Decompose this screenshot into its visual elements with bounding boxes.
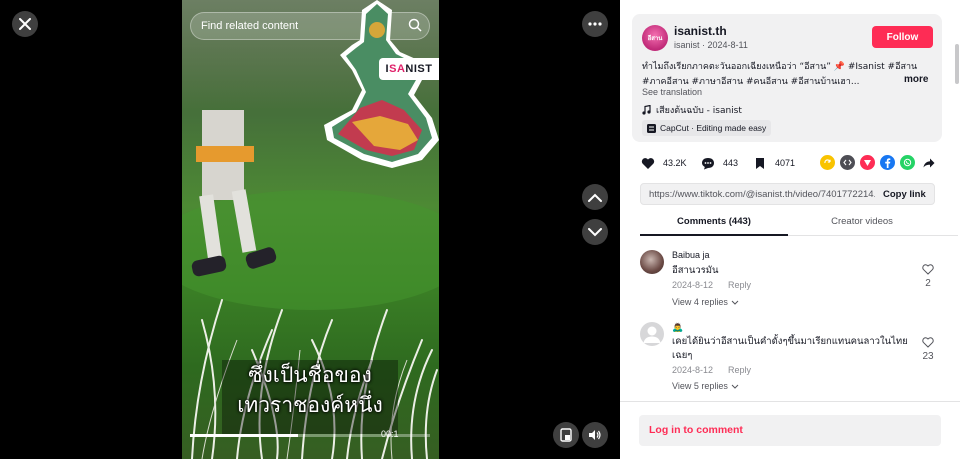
heart-icon	[640, 155, 656, 171]
comment-count: 443	[723, 158, 739, 168]
see-translation-link[interactable]: See translation	[642, 87, 702, 97]
comment-button[interactable]: 443	[700, 152, 738, 174]
music-title: เสียงต้นฉบับ - isanist	[656, 106, 742, 116]
chevron-down-icon	[731, 384, 739, 389]
panel-scrollbar[interactable]	[955, 44, 959, 84]
close-button[interactable]	[12, 11, 38, 37]
whatsapp-icon[interactable]	[900, 155, 915, 170]
save-count: 4071	[775, 158, 796, 168]
comment-icon	[700, 155, 716, 171]
author-subline: isanist · 2024-8-11	[674, 40, 748, 50]
comment-date: 2024-8-12	[672, 280, 714, 290]
commenter-avatar[interactable]	[640, 322, 664, 346]
close-icon	[19, 18, 31, 30]
picture-in-picture-icon	[560, 428, 572, 442]
description-more-link[interactable]: more	[904, 74, 928, 85]
save-button[interactable]: 4071	[752, 152, 795, 174]
comment-like-count: 2	[925, 278, 931, 289]
comment-like-button[interactable]: 23	[921, 337, 935, 362]
picture-in-picture-button[interactable]	[553, 422, 579, 448]
chevron-down-icon	[731, 300, 739, 305]
share-link-box: https://www.tiktok.com/@isanist.th/video…	[640, 183, 935, 205]
music-note-icon	[642, 105, 651, 115]
comment-text: อีสานวรมัน	[672, 265, 719, 276]
capcut-anchor[interactable]: CapCut · Editing made easy	[642, 120, 772, 136]
video-progress-fill	[190, 434, 298, 437]
details-panel: อีสาน isanist.th isanist · 2024-8-11 Fol…	[620, 0, 960, 459]
view-replies-button[interactable]: View 4 replies	[672, 297, 739, 307]
commenter-avatar[interactable]	[640, 250, 664, 274]
comment-date: 2024-8-12	[672, 365, 714, 375]
content-tabs: Comments (443) Creator videos	[640, 212, 958, 236]
video-description: ทำไมถึงเรียกภาคตะวันออกเฉียงเหนือว่า “อี…	[642, 62, 918, 87]
bookmark-icon	[752, 155, 768, 171]
volume-button[interactable]	[582, 422, 608, 448]
video-figure-belt	[196, 146, 254, 162]
view-replies-label: View 4 replies	[672, 297, 728, 307]
comment-like-button[interactable]: 2	[921, 264, 935, 289]
comment-reply-button[interactable]: Reply	[728, 280, 751, 290]
author-handle: isanist	[674, 40, 700, 50]
heart-outline-icon	[922, 264, 934, 275]
author-avatar-text: อีสาน	[647, 36, 663, 42]
more-options-button[interactable]	[582, 11, 608, 37]
related-search-placeholder: Find related content	[201, 20, 299, 32]
more-horizontal-icon	[588, 22, 602, 26]
commenter-name[interactable]: Baibua ja	[672, 250, 710, 260]
next-video-button[interactable]	[582, 219, 608, 245]
heart-outline-icon	[922, 337, 934, 348]
comment-like-count: 23	[922, 351, 934, 362]
login-to-comment-label: Log in to comment	[649, 424, 743, 436]
chevron-up-icon	[588, 193, 602, 202]
video-timecode: 00:1	[381, 429, 399, 439]
follow-button[interactable]: Follow	[872, 26, 933, 48]
author-name[interactable]: isanist.th	[674, 24, 727, 38]
previous-video-button[interactable]	[582, 184, 608, 210]
comment-reply-button[interactable]: Reply	[728, 365, 751, 375]
commenter-name[interactable]: 🙇‍♂️	[672, 322, 683, 333]
action-bar: 43.2K 443 4071	[640, 152, 940, 174]
post-date: 2024-8-11	[707, 40, 748, 50]
capcut-icon	[647, 123, 656, 133]
author-avatar[interactable]: อีสาน	[642, 25, 668, 51]
brand-tag-part: NIST	[405, 63, 433, 75]
view-replies-button[interactable]: View 5 replies	[672, 381, 739, 391]
caption-line: ซึ่งเป็นชื่อของ	[248, 363, 372, 387]
panel-divider	[620, 401, 960, 402]
brand-tag-accent: SA	[389, 63, 406, 75]
tab-creator-videos[interactable]: Creator videos	[788, 216, 936, 227]
deity-sticker-image	[324, 0, 439, 168]
volume-icon	[589, 430, 601, 440]
embed-code-icon[interactable]	[840, 155, 855, 170]
chevron-down-icon	[588, 227, 602, 236]
video-stage: Find related content I SA NIST ซึ่งเป็นชื่…	[0, 0, 620, 459]
login-to-comment-bar[interactable]: Log in to comment	[639, 415, 941, 446]
copy-link-button[interactable]: Copy link	[883, 189, 926, 200]
caption-line: เทวราชองค์หนึ่ง	[237, 393, 383, 417]
share-link-url[interactable]: https://www.tiktok.com/@isanist.th/video…	[649, 189, 875, 200]
view-replies-label: View 5 replies	[672, 381, 728, 391]
capcut-label: CapCut · Editing made easy	[660, 123, 767, 133]
tab-comments[interactable]: Comments (443)	[640, 216, 788, 236]
video-caption: ซึ่งเป็นชื่อของ เทวราชองค์หนึ่ง	[222, 360, 398, 420]
brand-tag: I SA NIST	[379, 58, 439, 80]
share-arrow-icon[interactable]	[921, 155, 936, 170]
author-card: อีสาน isanist.th isanist · 2024-8-11 Fol…	[632, 14, 942, 142]
send-to-friends-icon[interactable]	[860, 155, 875, 170]
facebook-icon[interactable]	[880, 155, 895, 170]
like-button[interactable]: 43.2K	[640, 152, 687, 174]
like-count: 43.2K	[663, 158, 687, 168]
repost-share-icon[interactable]	[820, 155, 835, 170]
music-link[interactable]: เสียงต้นฉบับ - isanist	[642, 103, 742, 117]
comment-text: เคยได้ยินว่าอีสานเป็นคำดั้งๆขึ้นมาเรียกแ…	[672, 336, 908, 361]
